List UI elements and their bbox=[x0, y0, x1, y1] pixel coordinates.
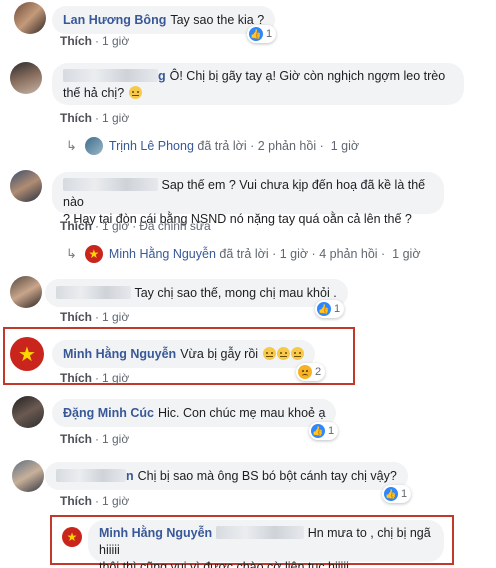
comment-author[interactable]: n bbox=[126, 469, 134, 483]
avatar: ★ bbox=[84, 245, 103, 263]
blurred-name bbox=[56, 286, 131, 299]
like-button[interactable]: Thích bbox=[60, 111, 92, 125]
star-icon: ★ bbox=[66, 530, 78, 544]
comment-text: Tay sao the kia ? bbox=[170, 13, 265, 27]
like-icon: 👍 bbox=[317, 302, 331, 316]
avatar bbox=[84, 137, 103, 155]
like-button[interactable]: Thích bbox=[60, 34, 92, 48]
comment-bubble: Sap thế em ? Vui chưa kịp đến hoạ đã kề … bbox=[52, 172, 444, 226]
comment-text: Chị bị sao mà ông BS bó bột cánh tay chị… bbox=[137, 469, 397, 483]
comment-actions: Thích · 1 giờ bbox=[60, 494, 130, 508]
comment-actions: Thích · 1 giờ bbox=[60, 111, 130, 125]
blurred-name bbox=[63, 178, 158, 191]
like-button[interactable]: Thích bbox=[60, 432, 92, 446]
comment-author[interactable]: g bbox=[158, 69, 166, 83]
like-button[interactable]: Thích bbox=[60, 371, 92, 385]
comment-actions: Thích · 1 giờ bbox=[60, 310, 130, 324]
comment-bubble: Minh Hằng Nguyễn Hn mưa to , chị bị ngã … bbox=[88, 520, 444, 568]
blurred-name bbox=[56, 469, 126, 482]
comment-author[interactable]: Minh Hằng Nguyễn bbox=[99, 526, 212, 540]
comment-author[interactable]: Minh Hằng Nguyễn bbox=[63, 347, 176, 361]
avatar[interactable] bbox=[10, 62, 42, 94]
comment-actions: Thích · 1 giờ bbox=[60, 371, 130, 385]
comment-actions: Thích · 1 giờ bbox=[60, 34, 130, 48]
comment-text: Vừa bị gẫy rồi bbox=[180, 347, 259, 361]
comment-time[interactable]: 1 giờ bbox=[102, 494, 129, 508]
replies-link[interactable]: ↳ Trịnh Lê Phong đã trả lời · 2 phản hồi… bbox=[66, 137, 359, 155]
like-button[interactable]: Thích bbox=[60, 310, 92, 324]
comment-time[interactable]: 1 giờ bbox=[102, 34, 129, 48]
sad-emoji-icon bbox=[276, 347, 290, 360]
reaction-count[interactable]: 👍 1 bbox=[247, 25, 277, 43]
avatar[interactable] bbox=[12, 460, 44, 492]
comment-text: Ô! Chị bị gãy tay ạ! Giờ còn nghịch ngợm… bbox=[169, 69, 446, 83]
avatar[interactable] bbox=[10, 170, 42, 202]
comment-time[interactable]: 1 giờ bbox=[102, 310, 129, 324]
reply-arrow-icon: ↳ bbox=[66, 138, 77, 153]
comment-bubble: Lan Hương Bông Tay sao the kia ? bbox=[52, 6, 276, 34]
comment-time[interactable]: 1 giờ bbox=[102, 432, 129, 446]
comment-actions: Thích · 1 giờ · Đã chỉnh sửa bbox=[60, 219, 211, 233]
comment-bubble: Đặng Minh Cúc Hic. Con chúc mẹ mau khoẻ ạ bbox=[52, 399, 337, 427]
like-icon: 👍 bbox=[311, 424, 325, 438]
like-button[interactable]: Thích bbox=[60, 494, 92, 508]
comment-text: Hic. Con chúc mẹ mau khoẻ ạ bbox=[157, 406, 326, 420]
like-button[interactable]: Thích bbox=[60, 219, 92, 233]
blurred-name bbox=[216, 526, 305, 539]
comment-text: thế hả chị? bbox=[63, 86, 125, 100]
comment-time[interactable]: 1 giờ bbox=[102, 111, 129, 125]
like-icon: 👍 bbox=[249, 27, 263, 41]
star-icon: ★ bbox=[18, 343, 36, 366]
reaction-count[interactable]: 2 bbox=[296, 363, 326, 381]
comment-bubble: n Chị bị sao mà ông BS bó bột cánh tay ch… bbox=[45, 462, 408, 490]
comment-author[interactable]: Lan Hương Bông bbox=[63, 13, 166, 27]
avatar[interactable] bbox=[14, 2, 46, 34]
reaction-count[interactable]: 👍 1 bbox=[309, 422, 339, 440]
sad-reaction-icon bbox=[298, 365, 312, 379]
blurred-name bbox=[63, 69, 158, 82]
star-icon: ★ bbox=[88, 247, 100, 261]
comment-bubble: g Ô! Chị bị gãy tay ạ! Giờ còn nghịch ngợ… bbox=[52, 63, 464, 105]
avatar[interactable]: ★ bbox=[62, 527, 82, 547]
comment-time[interactable]: 1 giờ bbox=[102, 371, 129, 385]
edited-label: Đã chỉnh sửa bbox=[139, 219, 211, 233]
sad-emoji-icon bbox=[128, 86, 142, 99]
like-icon: 👍 bbox=[384, 487, 398, 501]
reply-arrow-icon: ↳ bbox=[66, 246, 77, 261]
replies-link[interactable]: ↳ ★ Minh Hằng Nguyễn đã trả lời · 1 giờ … bbox=[66, 245, 421, 263]
avatar[interactable]: ★ bbox=[10, 337, 44, 371]
comment-author[interactable]: Đặng Minh Cúc bbox=[63, 406, 154, 420]
reaction-count[interactable]: 👍 1 bbox=[315, 300, 345, 318]
comment-text: thôi thì cũng vui vì được chào cờ liên t… bbox=[99, 560, 349, 568]
sad-emoji-icon bbox=[262, 347, 276, 360]
comment-actions: Thích · 1 giờ bbox=[60, 432, 130, 446]
avatar[interactable] bbox=[10, 276, 42, 308]
comment-bubble: Tay chị sao thế, mong chị mau khỏi . bbox=[45, 279, 348, 307]
avatar[interactable] bbox=[12, 396, 44, 428]
comment-time[interactable]: 1 giờ bbox=[102, 219, 129, 233]
sad-emoji-icon bbox=[290, 347, 304, 360]
comment-bubble: Minh Hằng Nguyễn Vừa bị gẫy rồi bbox=[52, 340, 315, 368]
reaction-count[interactable]: 👍 1 bbox=[382, 485, 412, 503]
comment-text: Tay chị sao thế, mong chị mau khỏi . bbox=[134, 286, 337, 300]
